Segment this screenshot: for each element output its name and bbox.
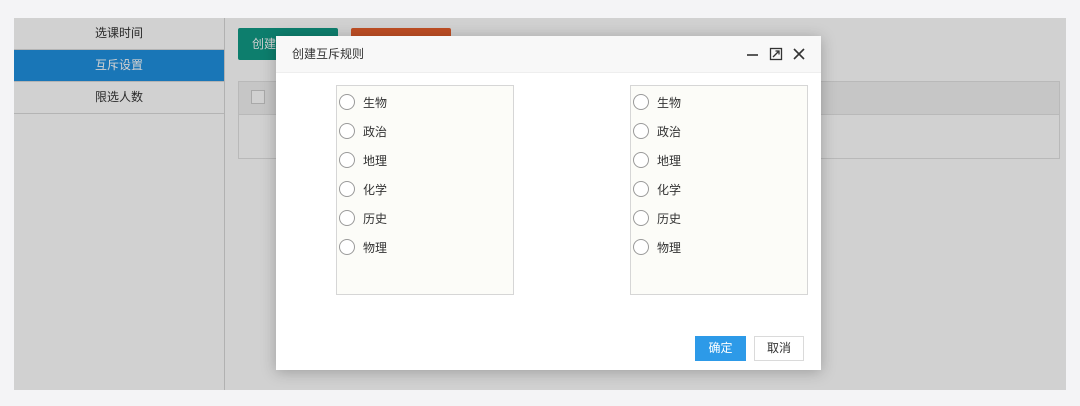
option-label: 历史 (363, 211, 388, 226)
radio-icon[interactable] (633, 181, 649, 197)
option-right-history[interactable]: 历史 (633, 208, 681, 228)
radio-icon[interactable] (339, 210, 355, 226)
dialog-header: 创建互斥规则 (276, 36, 821, 73)
radio-icon[interactable] (633, 239, 649, 255)
option-label: 化学 (657, 182, 682, 197)
radio-icon[interactable] (633, 152, 649, 168)
radio-icon[interactable] (633, 94, 649, 110)
radio-icon[interactable] (339, 181, 355, 197)
option-left-biology[interactable]: 生物 (339, 92, 387, 112)
radio-icon[interactable] (339, 239, 355, 255)
option-label: 地理 (657, 153, 682, 168)
radio-icon[interactable] (339, 123, 355, 139)
create-rule-dialog: 创建互斥规则 生物 政治 地理 化学 历史 物理 生物 政治 地理 化学 历史 … (276, 36, 821, 370)
option-right-geography[interactable]: 地理 (633, 150, 681, 170)
option-label: 化学 (363, 182, 388, 197)
option-label: 历史 (657, 211, 682, 226)
radio-icon[interactable] (633, 210, 649, 226)
dialog-title: 创建互斥规则 (292, 47, 365, 61)
minimize-icon[interactable] (745, 46, 761, 62)
maximize-icon[interactable] (768, 46, 784, 62)
confirm-button[interactable]: 确定 (695, 336, 746, 361)
option-label: 物理 (363, 240, 388, 255)
option-label: 政治 (363, 124, 388, 139)
option-label: 物理 (657, 240, 682, 255)
close-icon[interactable] (791, 46, 807, 62)
option-left-politics[interactable]: 政治 (339, 121, 387, 141)
cancel-button[interactable]: 取消 (754, 336, 804, 361)
option-right-politics[interactable]: 政治 (633, 121, 681, 141)
option-right-chemistry[interactable]: 化学 (633, 179, 681, 199)
option-label: 生物 (363, 95, 388, 110)
option-right-biology[interactable]: 生物 (633, 92, 681, 112)
radio-icon[interactable] (633, 123, 649, 139)
option-left-physics[interactable]: 物理 (339, 237, 387, 257)
option-label: 地理 (363, 153, 388, 168)
option-left-geography[interactable]: 地理 (339, 150, 387, 170)
option-left-history[interactable]: 历史 (339, 208, 387, 228)
subject-list-left: 生物 政治 地理 化学 历史 物理 (336, 85, 514, 295)
subject-list-right: 生物 政治 地理 化学 历史 物理 (630, 85, 808, 295)
option-label: 生物 (657, 95, 682, 110)
radio-icon[interactable] (339, 152, 355, 168)
option-right-physics[interactable]: 物理 (633, 237, 681, 257)
option-label: 政治 (657, 124, 682, 139)
radio-icon[interactable] (339, 94, 355, 110)
option-left-chemistry[interactable]: 化学 (339, 179, 387, 199)
